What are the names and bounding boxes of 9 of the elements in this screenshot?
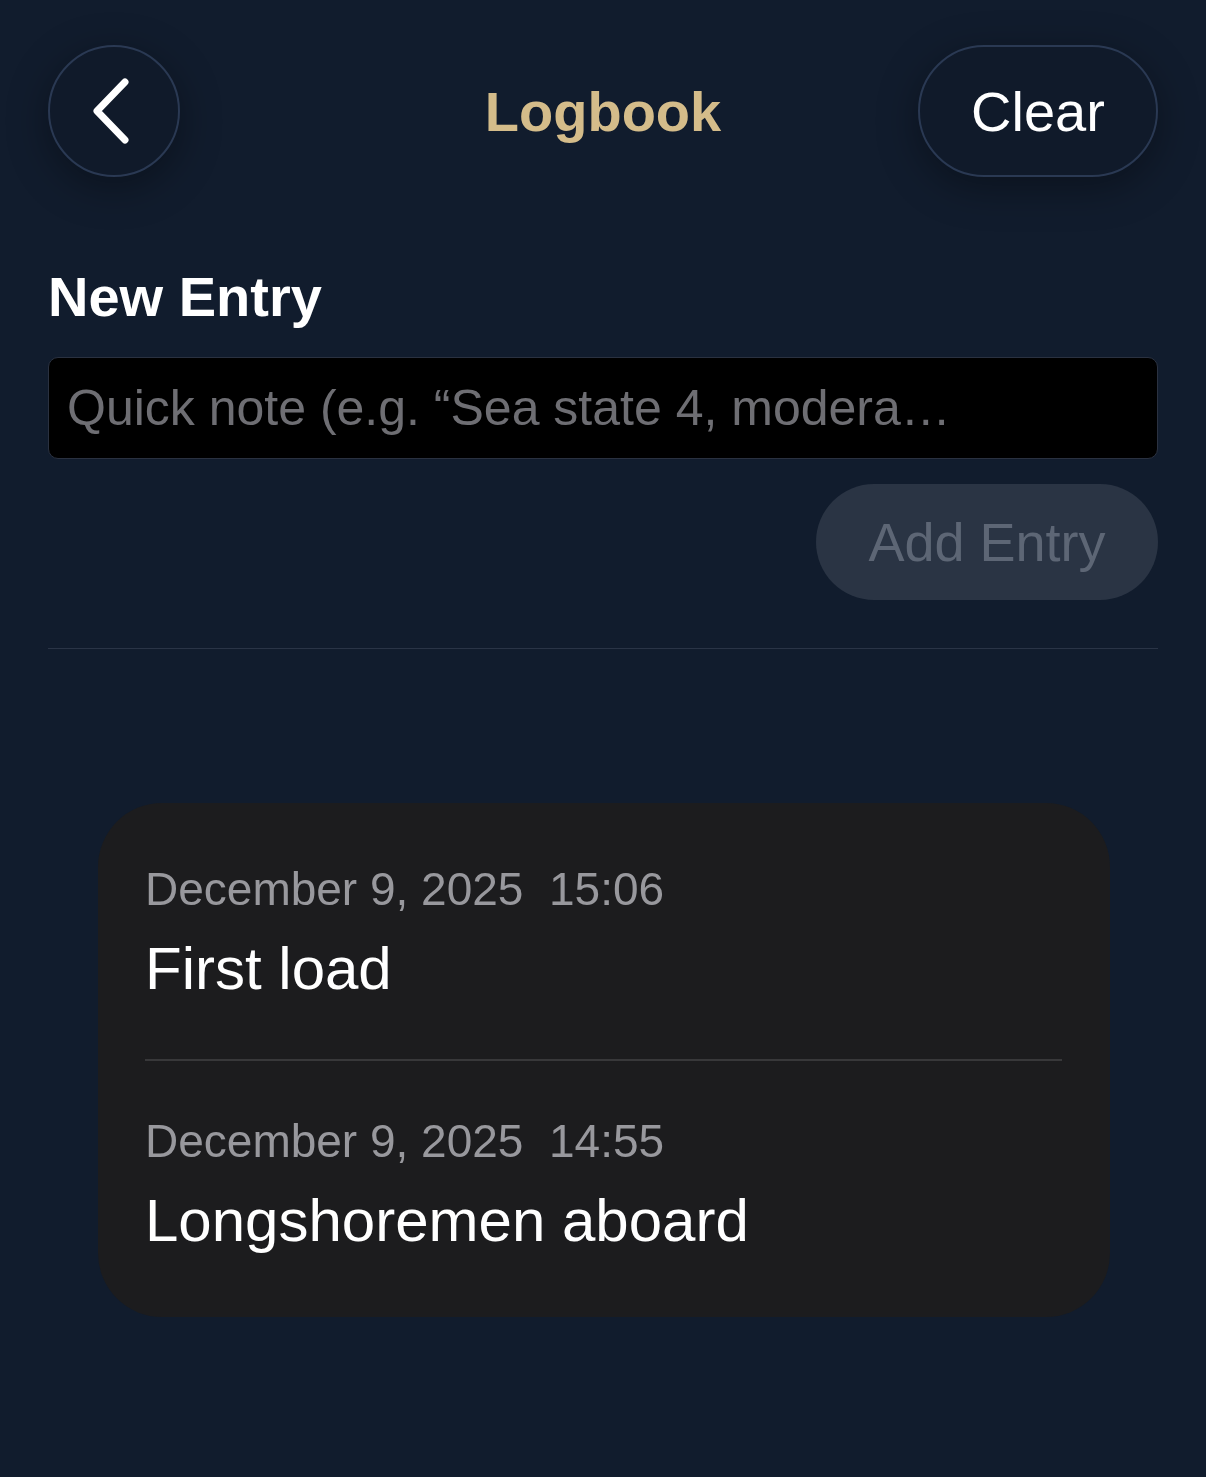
entry-note: Longshoremen aboard [145, 1186, 750, 1256]
note-input-field[interactable]: Quick note (e.g. “Sea state 4, modera… [48, 357, 1158, 459]
screen-title: Logbook [484, 78, 722, 144]
entry-note: First load [145, 934, 393, 1004]
chevron-left-icon [91, 78, 131, 144]
entry-timestamp: December 9, 2025 15:06 [145, 862, 666, 917]
section-heading: New Entry [48, 264, 323, 330]
entry-timestamp: December 9, 2025 14:55 [145, 1114, 666, 1169]
clear-button[interactable]: Clear [918, 45, 1158, 177]
